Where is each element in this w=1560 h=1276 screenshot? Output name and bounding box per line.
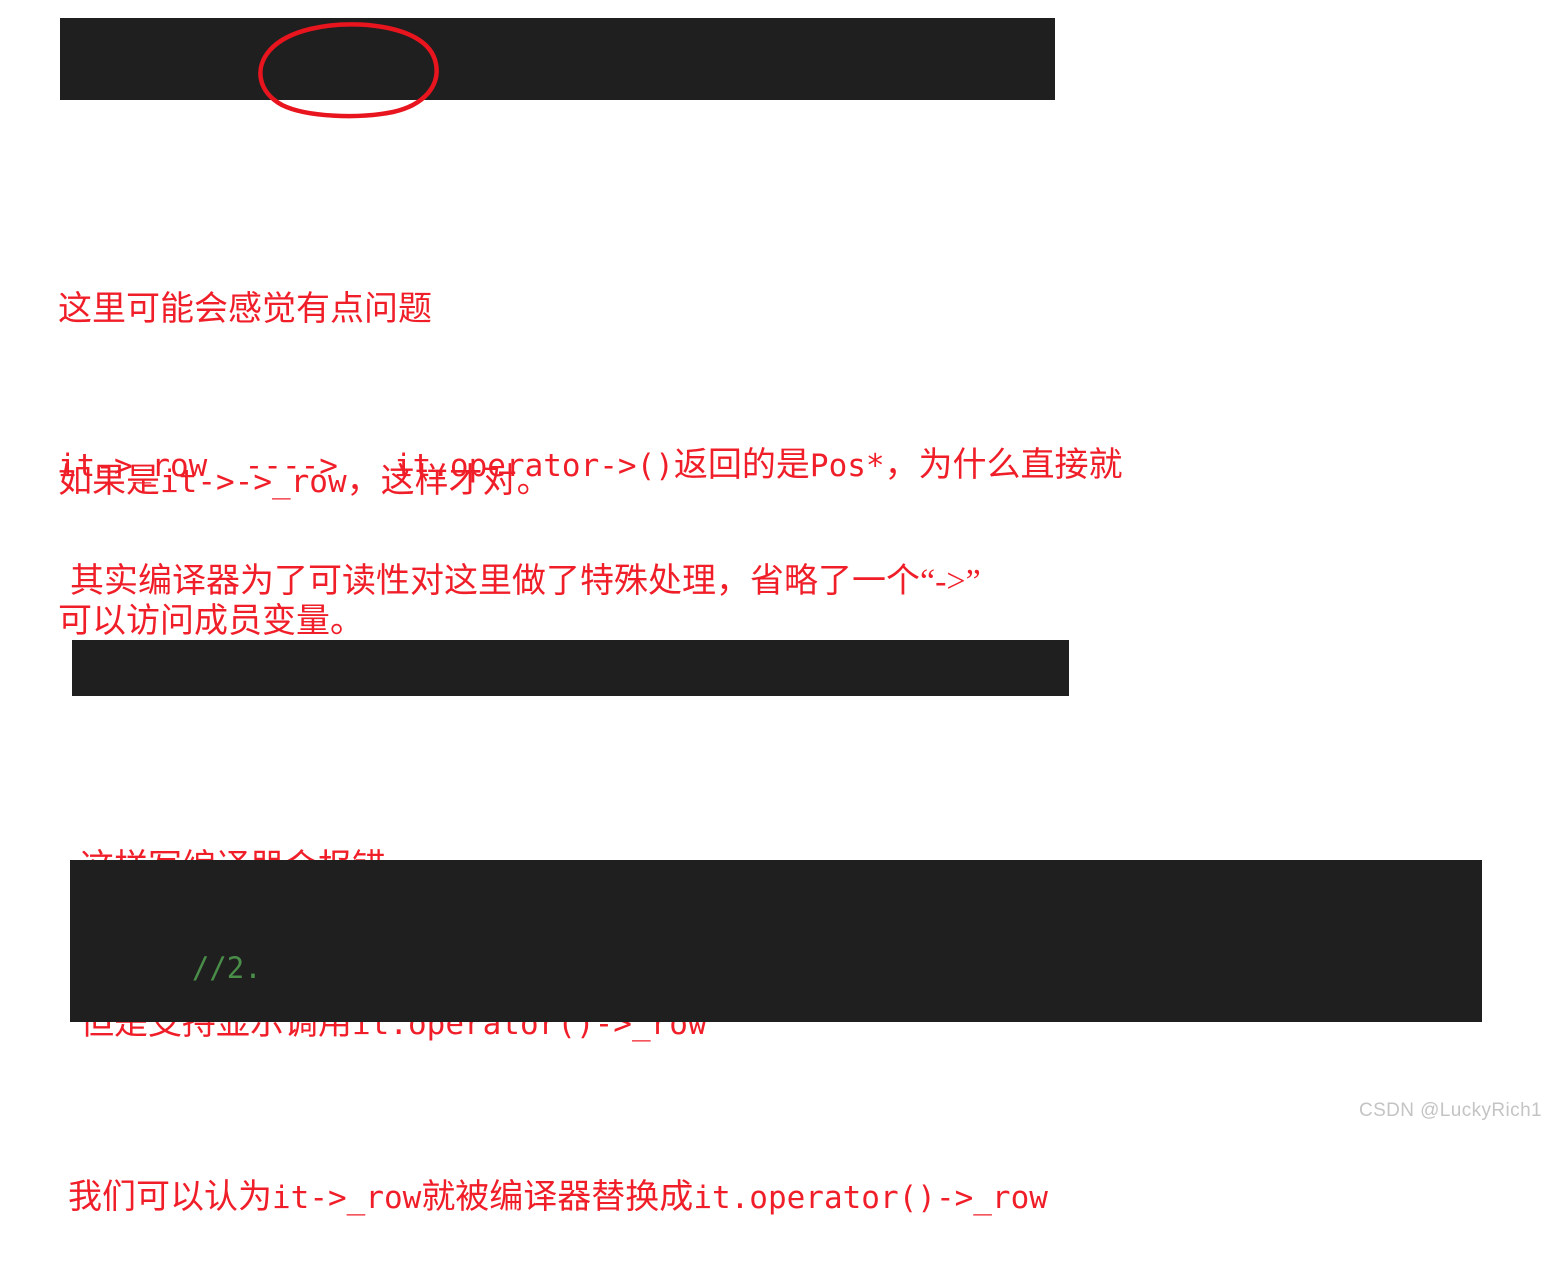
code-block-first: //2. cout << it->_row << ":" << it->_col… — [60, 18, 1055, 100]
note5-code-2: it.operator()->_row — [693, 1180, 1048, 1216]
note5-middle: 就被编译器替换成 — [421, 1179, 694, 1216]
note1-line1: 这里可能会感觉有点问题 — [58, 291, 432, 328]
note5-code-1: it->_row — [272, 1180, 422, 1216]
note5-prefix: 我们可以认为 — [68, 1179, 272, 1216]
partial-comment-text: //2. — [191, 951, 262, 985]
note-paragraph-3: 其实编译器为了可读性对这里做了特殊处理，省略了一个“->” — [70, 452, 981, 660]
note-paragraph-5: 我们可以认为it->_row就被编译器替换成it.operator()->_ro… — [68, 1068, 1048, 1276]
csdn-watermark: CSDN @LuckyRich1 — [1358, 1100, 1542, 1121]
code-line-partial-comment: //2. — [70, 944, 1482, 983]
note3-line: 其实编译器为了可读性对这里做了特殊处理，省略了一个“->” — [70, 563, 981, 600]
code-block-third: //2. cout << it->_row << ":" << it->_col… — [70, 860, 1482, 1022]
code-block-second: cout << it->->_col << ":" << it->->_col … — [72, 640, 1069, 696]
note5-line: 我们可以认为it->_row就被编译器替换成it.operator()->_ro… — [68, 1172, 1048, 1224]
